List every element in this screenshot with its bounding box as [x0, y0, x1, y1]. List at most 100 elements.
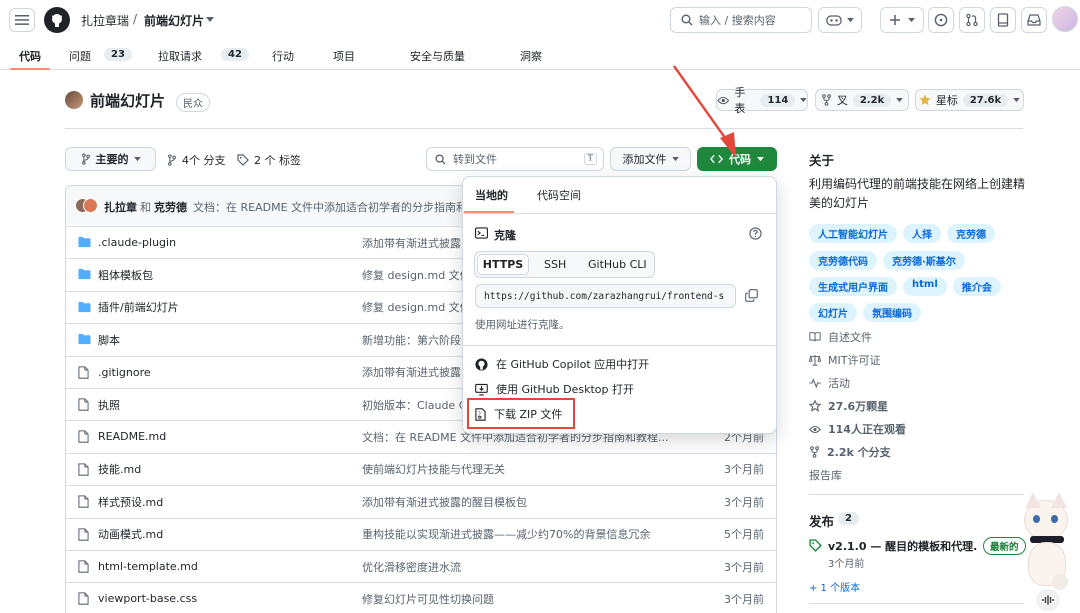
file-name[interactable]: html-template.md — [98, 560, 198, 573]
topic-tag[interactable]: html — [903, 277, 947, 296]
file-name[interactable]: 执照 — [98, 397, 120, 413]
file-commit-message[interactable]: 新增功能：第六阶段 — [362, 332, 462, 348]
search-input[interactable]: 输入 / 搜索内容 — [670, 7, 812, 33]
repositories-button[interactable] — [990, 7, 1016, 33]
fork-button[interactable]: 叉 2.2k — [815, 89, 909, 111]
tab-codespaces[interactable]: 代码空间 — [537, 187, 581, 203]
tab-issues[interactable]: 问题 — [69, 48, 91, 64]
tab-ssh[interactable]: SSH — [544, 258, 566, 271]
visibility-badge: 民众 — [176, 93, 210, 112]
file-name[interactable]: 动画模式.md — [98, 526, 163, 542]
star-label: 星标 — [935, 94, 958, 107]
releases-heading[interactable]: 发布 — [809, 511, 834, 530]
file-commit-message[interactable]: 优化滑移密度进水流 — [362, 559, 702, 575]
commit-coauthor[interactable]: 克劳德 — [154, 199, 187, 215]
topic-tag[interactable]: 生成式用户界面 — [809, 277, 897, 296]
topic-tag[interactable]: 人工智能幻灯片 — [809, 224, 897, 243]
file-commit-message[interactable]: 修复 design.md 文件 — [362, 299, 462, 315]
file-name[interactable]: 样式预设.md — [98, 494, 163, 510]
fork-label: 叉 — [836, 94, 848, 107]
topic-tag[interactable]: 人择 — [903, 224, 941, 243]
pull-requests-button[interactable] — [959, 7, 985, 33]
file-name[interactable]: viewport-base.css — [98, 592, 197, 605]
open-desktop-item[interactable]: 使用 GitHub Desktop 打开 — [475, 381, 634, 397]
commit-message[interactable]: 文档：在 README 文件中添加适合初学者的分步指南和 — [193, 199, 463, 215]
tags-link[interactable]: 2 个 标签 — [237, 152, 301, 168]
tab-projects[interactable]: 项目 — [333, 48, 355, 64]
chevron-down-icon — [133, 156, 141, 161]
audio-wave-button[interactable] — [1036, 589, 1060, 611]
github-logo-icon[interactable] — [44, 7, 70, 33]
repo-link[interactable]: 前端幻灯片 — [144, 12, 204, 29]
file-row[interactable]: viewport-base.css 修复幻灯片可见性切换问题 3个月前 — [65, 582, 777, 613]
chevron-down-icon — [896, 97, 904, 102]
tab-pull-requests[interactable]: 拉取请求 — [158, 48, 202, 64]
clone-url-field[interactable]: https://github.com/zarazhangrui/frontend… — [475, 284, 736, 308]
file-commit-message[interactable]: 重构技能以实现渐进式披露——减少约70%的背景信息冗余 — [362, 526, 702, 542]
create-new-button[interactable] — [880, 7, 924, 33]
file-name[interactable]: 插件/前端幻灯片 — [98, 299, 179, 315]
file-name[interactable]: 粗体模板包 — [98, 267, 153, 283]
tab-insights[interactable]: 洞察 — [520, 48, 542, 64]
inbox-button[interactable] — [1021, 7, 1047, 33]
avatar[interactable] — [1052, 6, 1078, 32]
hamburger-icon — [15, 15, 29, 25]
owner-link[interactable]: 扎拉章瑞 — [81, 12, 129, 29]
question-icon[interactable] — [749, 227, 762, 240]
file-commit-message[interactable]: 修复 design.md 文件 — [362, 267, 462, 283]
more-releases-link[interactable]: + 1 个版本 — [809, 579, 860, 594]
tab-github-cli[interactable]: GitHub CLI — [588, 258, 647, 271]
topic-tag[interactable]: 氛围编码 — [863, 303, 921, 322]
file-commit-message[interactable]: 修复幻灯片可见性切换问题 — [362, 591, 702, 607]
release-time: 3个月前 — [828, 559, 865, 570]
file-commit-message[interactable]: 使前端幻灯片技能与代理无关 — [362, 461, 702, 477]
file-row[interactable]: 技能.md 使前端幻灯片技能与代理无关 3个月前 — [65, 452, 777, 485]
activity-link[interactable]: 活动 — [809, 375, 850, 391]
tab-https[interactable]: HTTPS — [477, 254, 529, 275]
chevron-down-icon[interactable] — [206, 17, 214, 23]
file-name[interactable]: 脚本 — [98, 332, 120, 348]
topic-tag[interactable]: 克劳德 — [947, 224, 995, 243]
file-name[interactable]: 技能.md — [98, 461, 141, 477]
copy-icon[interactable] — [745, 289, 758, 302]
tab-code[interactable]: 代码 — [19, 48, 41, 64]
forks-link[interactable]: 2.2k 个分支 — [809, 444, 891, 460]
report-repo-link[interactable]: 报告库 — [809, 467, 842, 483]
star-button[interactable]: 星标 27.6k — [915, 89, 1024, 111]
git-branch-icon — [81, 153, 90, 165]
file-name[interactable]: .claude-plugin — [98, 236, 176, 249]
issues-button[interactable] — [928, 7, 954, 33]
file-row[interactable]: 动画模式.md 重构技能以实现渐进式披露——减少约70%的背景信息冗余 5个月前 — [65, 517, 777, 550]
goto-file-input[interactable]: 转到文件 T — [426, 147, 604, 171]
file-commit-message[interactable]: 初始版本：Claude C — [362, 397, 462, 413]
tab-local[interactable]: 当地的 — [475, 187, 508, 203]
file-commit-message[interactable]: 添加带有渐进式披露的醒目模板包 — [362, 494, 702, 510]
issues-count-badge: 23 — [104, 48, 132, 61]
stars-link[interactable]: 27.6万颗星 — [809, 398, 888, 414]
topic-tag[interactable]: 克劳德·斯基尔 — [883, 251, 965, 270]
menu-button[interactable] — [9, 8, 35, 32]
page-title[interactable]: 前端幻灯片 — [90, 90, 165, 111]
readme-link[interactable]: 自述文件 — [809, 329, 872, 345]
file-commit-message[interactable]: 添加带有渐进式披露 — [362, 364, 462, 380]
file-name[interactable]: .gitignore — [98, 366, 151, 379]
file-row[interactable]: html-template.md 优化滑移密度进水流 3个月前 — [65, 550, 777, 582]
topic-tag[interactable]: 克劳德代码 — [809, 251, 877, 270]
latest-release-link[interactable]: v2.1.0 — 醒目的模板和代理... — [828, 538, 978, 554]
branches-link[interactable]: 4个 分支 — [167, 152, 226, 168]
file-commit-message[interactable]: 添加带有渐进式披露 — [362, 235, 462, 251]
branch-select[interactable]: 主要的 — [65, 147, 156, 171]
watchers-link[interactable]: 114人正在观看 — [809, 421, 906, 437]
about-heading: 关于 — [809, 153, 835, 168]
copilot-button[interactable] — [818, 7, 862, 33]
file-row[interactable]: 样式预设.md 添加带有渐进式披露的醒目模板包 3个月前 — [65, 485, 777, 517]
topic-tag[interactable]: 幻灯片 — [809, 303, 857, 322]
tab-security[interactable]: 安全与质量 — [410, 48, 465, 64]
chevron-down-icon — [757, 156, 764, 161]
commit-author[interactable]: 扎拉章 — [104, 199, 137, 215]
tab-actions[interactable]: 行动 — [272, 48, 294, 64]
open-copilot-item[interactable]: 在 GitHub Copilot 应用中打开 — [475, 356, 649, 372]
file-name[interactable]: README.md — [98, 430, 166, 443]
license-link[interactable]: MIT许可证 — [809, 352, 880, 368]
topic-tag[interactable]: 推介会 — [952, 277, 1001, 296]
